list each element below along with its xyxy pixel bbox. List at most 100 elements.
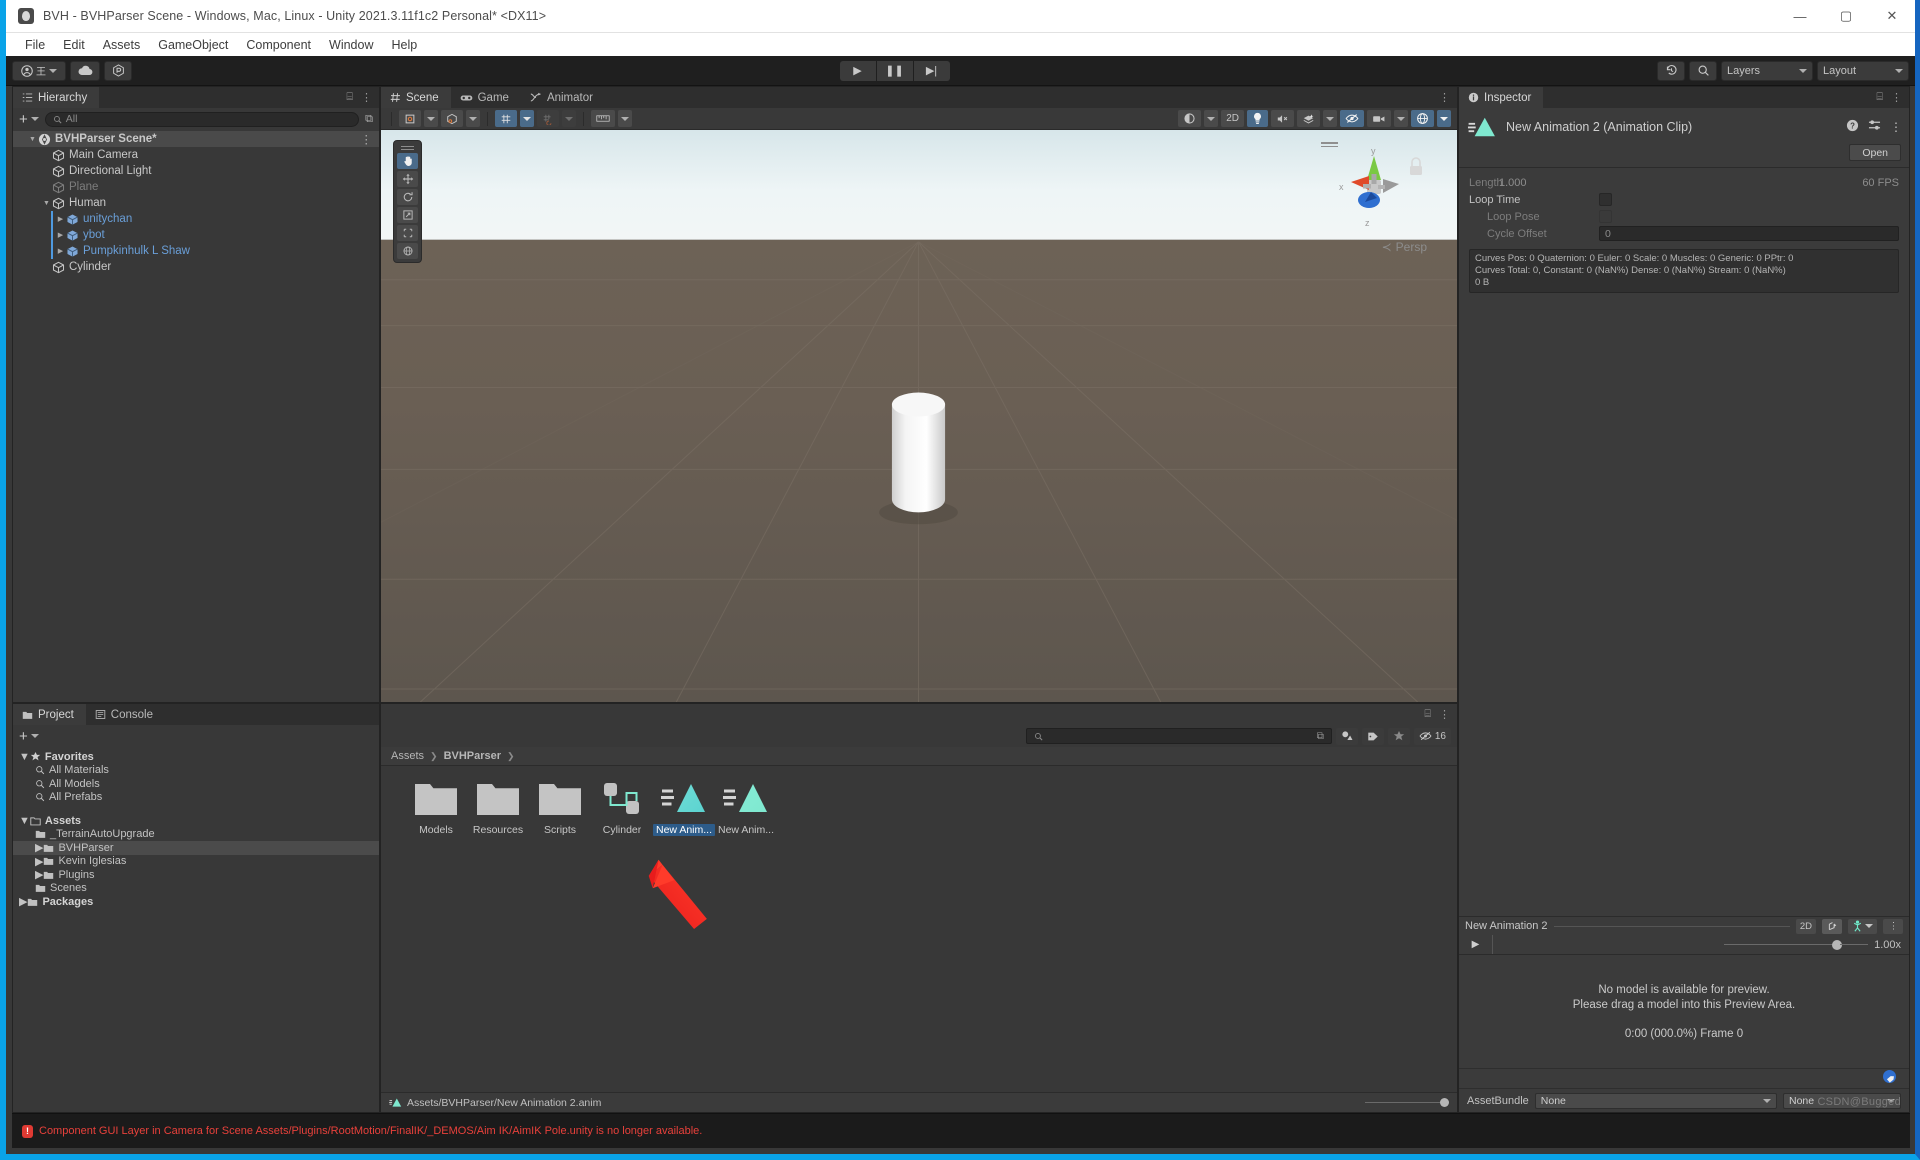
lock-icon[interactable]: ⌸ bbox=[1876, 91, 1883, 104]
project-tree-item-all-prefabs[interactable]: All Prefabs bbox=[13, 791, 379, 805]
layers-dropdown[interactable]: Layers bbox=[1721, 61, 1813, 81]
menu-item-edit[interactable]: Edit bbox=[54, 36, 94, 54]
hierarchy-item-human[interactable]: ▼ Human bbox=[13, 195, 379, 211]
hierarchy-add-button[interactable]: + bbox=[19, 112, 39, 127]
2d-toggle-button[interactable]: 2D bbox=[1221, 110, 1244, 127]
pause-button[interactable]: ❚❚ bbox=[877, 61, 913, 81]
chevron-right-icon[interactable]: ▶ bbox=[19, 895, 27, 908]
perspective-label-group[interactable]: ≺ Persp bbox=[1382, 240, 1427, 254]
asset-grid[interactable]: Models Resources Scripts Cylinder New An… bbox=[381, 766, 1457, 1092]
fx-toggle-button[interactable] bbox=[1297, 110, 1320, 127]
preview-pivot-button[interactable] bbox=[1822, 919, 1842, 934]
hierarchy-item-directional-light[interactable]: Directional Light bbox=[13, 163, 379, 179]
close-button[interactable]: ✕ bbox=[1869, 0, 1915, 32]
grid-and-snap-button[interactable] bbox=[591, 110, 615, 127]
lock-icon[interactable]: ⌸ bbox=[1424, 708, 1431, 721]
hierarchy-search-input[interactable]: All bbox=[45, 112, 359, 127]
chevron-down-icon[interactable]: ▼ bbox=[27, 136, 38, 143]
hierarchy-item-bvhparser-scene[interactable]: ▼ BVHParser Scene*⋮ bbox=[13, 131, 379, 147]
move-tool[interactable] bbox=[397, 171, 418, 187]
help-icon[interactable]: ? bbox=[1846, 119, 1859, 135]
search-button[interactable] bbox=[1689, 61, 1717, 81]
grid-and-snap-dropdown[interactable] bbox=[618, 110, 632, 127]
project-tree-item-scenes[interactable]: Scenes bbox=[13, 882, 379, 896]
shading-mode-dropdown[interactable] bbox=[1204, 110, 1218, 127]
hierarchy-item-pumpkinhulk-l-shaw[interactable]: ▶ Pumpkinhulk L Shaw bbox=[13, 243, 379, 259]
preset-icon[interactable] bbox=[1868, 118, 1881, 136]
filter-by-type-button[interactable] bbox=[1336, 728, 1358, 745]
tab-animator[interactable]: Animator bbox=[521, 87, 605, 108]
status-bar[interactable]: ! Component GUI Layer in Camera for Scen… bbox=[12, 1113, 1910, 1148]
menu-item-gameobject[interactable]: GameObject bbox=[149, 36, 237, 54]
kebab-menu-icon[interactable]: ⋮ bbox=[1890, 120, 1901, 134]
animation-preview-area[interactable]: No model is available for preview. Pleas… bbox=[1459, 955, 1909, 1068]
pivot-rotation-dropdown[interactable] bbox=[466, 110, 480, 127]
chevron-right-icon[interactable]: ▶ bbox=[35, 868, 43, 881]
chevron-right-icon[interactable]: ▶ bbox=[55, 231, 66, 239]
asset-item-folder-1[interactable]: Resources bbox=[467, 780, 529, 836]
preview-avatar-button[interactable] bbox=[1848, 919, 1877, 934]
loop-pose-checkbox[interactable] bbox=[1599, 210, 1612, 223]
step-button[interactable]: ▶| bbox=[914, 61, 950, 81]
lock-icon[interactable]: ⌸ bbox=[346, 91, 353, 104]
chevron-right-icon[interactable]: ▶ bbox=[55, 215, 66, 223]
open-button[interactable]: Open bbox=[1849, 144, 1901, 161]
transform-tool[interactable] bbox=[397, 243, 418, 259]
asset-item-folder-0[interactable]: Models bbox=[405, 780, 467, 836]
asset-item-animation-4[interactable]: New Anim... bbox=[653, 780, 715, 836]
hierarchy-item-cylinder[interactable]: Cylinder bbox=[13, 259, 379, 275]
kebab-menu-icon[interactable]: ⋮ bbox=[1439, 91, 1449, 104]
kebab-menu-icon[interactable]: ⋮ bbox=[361, 132, 380, 146]
project-search-input[interactable]: ⧉ bbox=[1026, 728, 1332, 744]
minimize-button[interactable]: — bbox=[1777, 0, 1823, 32]
tab-hierarchy[interactable]: Hierarchy bbox=[13, 87, 99, 108]
menu-item-window[interactable]: Window bbox=[320, 36, 382, 54]
kebab-menu-icon[interactable]: ⋮ bbox=[1891, 91, 1901, 104]
hidden-objects-count[interactable]: 16 bbox=[1414, 728, 1451, 745]
grid-visibility-button[interactable] bbox=[537, 110, 559, 127]
project-tree-item-all-models[interactable]: All Models bbox=[13, 777, 379, 791]
layout-dropdown[interactable]: Layout bbox=[1817, 61, 1909, 81]
kebab-menu-icon[interactable]: ⋮ bbox=[1439, 708, 1449, 721]
filter-by-label-button[interactable] bbox=[1362, 728, 1384, 745]
tab-game[interactable]: Game bbox=[451, 87, 521, 108]
rotate-tool[interactable] bbox=[397, 189, 418, 205]
lighting-toggle-button[interactable] bbox=[1247, 110, 1268, 127]
breadcrumb-item-bvhparser[interactable]: BVHParser bbox=[444, 750, 501, 762]
menu-item-file[interactable]: File bbox=[16, 36, 54, 54]
project-tree-item-all-materials[interactable]: All Materials bbox=[13, 764, 379, 778]
project-tree-item-assets[interactable]: ▼Assets bbox=[13, 814, 379, 828]
project-tree-item-kevin-iglesias[interactable]: ▶Kevin Iglesias bbox=[13, 855, 379, 869]
favorites-filter-button[interactable] bbox=[1388, 728, 1410, 745]
preview-2d-toggle[interactable]: 2D bbox=[1796, 919, 1816, 934]
assetbundle-dropdown[interactable]: None bbox=[1535, 1093, 1777, 1109]
project-tree-item-favorites[interactable]: ▼Favorites bbox=[13, 750, 379, 764]
asset-item-folder-2[interactable]: Scripts bbox=[529, 780, 591, 836]
hierarchy-tree[interactable]: ▼ BVHParser Scene*⋮ Main Camera Directio… bbox=[13, 130, 379, 702]
scene-viewport[interactable]: y x z bbox=[381, 130, 1457, 702]
hierarchy-sort-icon[interactable]: ⧉ bbox=[365, 113, 373, 126]
scene-orientation-gizmo[interactable]: y x z bbox=[1315, 138, 1435, 248]
pivot-rotation-button[interactable] bbox=[441, 110, 463, 127]
tab-console[interactable]: Console bbox=[86, 704, 165, 725]
breadcrumb-item-assets[interactable]: Assets bbox=[391, 750, 424, 762]
grid-visibility-dropdown[interactable] bbox=[562, 110, 576, 127]
chevron-down-icon[interactable]: ▼ bbox=[19, 751, 30, 763]
preview-play-button[interactable]: ▶ bbox=[1459, 935, 1493, 954]
fx-toggle-dropdown[interactable] bbox=[1323, 110, 1337, 127]
preview-speed-slider[interactable] bbox=[1724, 940, 1874, 950]
gizmos-toggle-dropdown[interactable] bbox=[1437, 110, 1451, 127]
tab-scene[interactable]: Scene bbox=[381, 87, 451, 108]
project-tree-item-bvhparser[interactable]: ▶BVHParser bbox=[13, 841, 379, 855]
chevron-down-icon[interactable]: ▼ bbox=[41, 200, 52, 207]
tag-icon[interactable] bbox=[1882, 1070, 1897, 1088]
account-button[interactable]: 王 bbox=[12, 61, 66, 81]
tab-project[interactable]: Project bbox=[13, 704, 86, 725]
hand-tool[interactable] bbox=[397, 153, 418, 169]
scene-visibility-button[interactable] bbox=[1340, 110, 1364, 127]
chevron-right-icon[interactable]: ▶ bbox=[35, 855, 43, 868]
pivot-mode-button[interactable] bbox=[399, 110, 421, 127]
hierarchy-item-main-camera[interactable]: Main Camera bbox=[13, 147, 379, 163]
menu-item-help[interactable]: Help bbox=[382, 36, 426, 54]
cloud-button[interactable] bbox=[70, 61, 100, 81]
